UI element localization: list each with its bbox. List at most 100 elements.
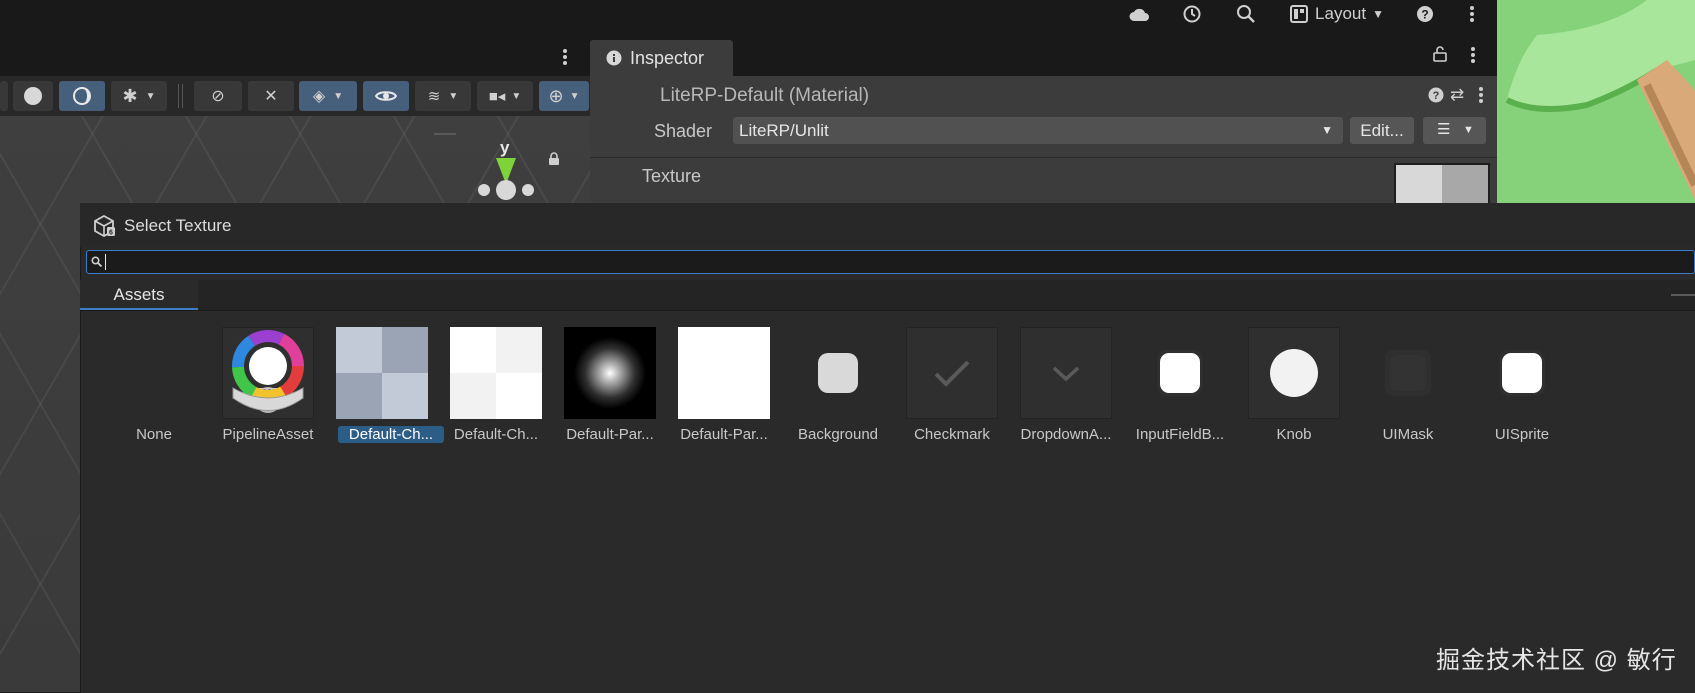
shader-value: LiteRP/Unlit (739, 121, 829, 140)
shading-mode-button[interactable] (13, 81, 53, 111)
tab-inspector-label: Inspector (630, 47, 705, 68)
scene-gizmo[interactable] (476, 158, 536, 209)
debug-draw-button[interactable]: ✱ ▼ (111, 81, 167, 111)
eye-icon (375, 91, 397, 101)
layout-icon (1290, 5, 1309, 23)
asset-label: Default-Ch... (338, 426, 444, 443)
chevron-down-icon: ▼ (1463, 124, 1474, 136)
asset-item-none[interactable]: None (88, 327, 200, 447)
texture-label: Texture (642, 166, 702, 186)
asset-label: Default-Par... (680, 426, 768, 443)
list-icon: ☰ (1437, 121, 1451, 138)
globe-icon: ⊕ (548, 85, 564, 106)
particle-white-thumbnail (678, 327, 770, 419)
fx-toggle-button[interactable]: ◈ ▼ (299, 81, 357, 111)
layout-label: Layout (1315, 4, 1367, 23)
lock-icon[interactable] (548, 152, 560, 171)
camera-dropdown[interactable]: ■◂ ▼ (477, 81, 533, 111)
half-sphere-icon (73, 87, 91, 105)
component-more-icon[interactable] (1478, 86, 1484, 109)
preset-icon[interactable]: ⇄ (1450, 85, 1464, 105)
chevron-down-icon: ▼ (333, 90, 344, 102)
visibility-toggle-button[interactable] (363, 81, 409, 111)
asset-label: DropdownA... (1020, 426, 1112, 443)
asset-item-pipelineasset[interactable]: PipelineAsset (202, 327, 314, 447)
background-thumbnail (792, 327, 884, 419)
asset-label: Knob (1276, 426, 1312, 443)
info-icon (606, 50, 622, 66)
asset-item-checkmark[interactable]: Checkmark (886, 327, 998, 447)
inspector-lock-icon[interactable] (1433, 46, 1447, 67)
watermark: 掘金技术社区 @ 敏行 (1436, 647, 1677, 674)
lighting-toggle-button[interactable]: ⊘ (194, 81, 242, 111)
inspector-divider (590, 157, 1497, 158)
edit-shader-button[interactable]: Edit... (1350, 117, 1414, 144)
camera-icon: ■◂ (488, 88, 506, 105)
dialog-title: Select Texture (124, 216, 232, 235)
uimask-thumbnail (1362, 327, 1454, 419)
scene-more-icon[interactable] (562, 48, 568, 71)
tab-inspector[interactable]: Inspector (590, 40, 733, 76)
sphere-icon (24, 87, 42, 105)
asset-item-uimask[interactable]: UIMask (1342, 327, 1454, 447)
shader-label: Shader (654, 121, 713, 141)
asset-label: None (136, 426, 172, 443)
svg-text:?: ? (1433, 90, 1440, 102)
scene-view-header (0, 38, 590, 76)
layers-dropdown[interactable]: ≋ ▼ (415, 81, 471, 111)
unity-logo-icon: 6 (94, 215, 115, 237)
stack-icon: ≋ (427, 88, 441, 105)
game-art (1497, 0, 1695, 206)
checkmark-icon (906, 327, 998, 419)
dropdown-arrow-icon (1020, 327, 1112, 419)
cloud-icon[interactable] (1124, 0, 1154, 28)
asset-label: UIMask (1382, 426, 1434, 443)
dialog-tabs (80, 280, 1695, 311)
no-audio-icon: ✕ (264, 88, 278, 105)
checker-white-thumbnail (450, 327, 542, 419)
shader-options-dropdown[interactable]: ☰ ▼ (1423, 117, 1486, 144)
help-icon[interactable]: ? (1428, 87, 1444, 108)
shader-dropdown[interactable]: LiteRP/Unlit ▼ (733, 117, 1343, 144)
layout-dropdown[interactable]: Layout ▼ (1282, 0, 1392, 28)
asset-item-uisprite[interactable]: UISprite (1456, 327, 1568, 447)
asset-label: UISprite (1494, 426, 1550, 443)
dialog-title-bar[interactable]: 6 Select Texture (80, 203, 1695, 247)
audio-toggle-button[interactable]: ✕ (248, 81, 294, 111)
scene-drag-handle[interactable] (434, 133, 456, 135)
material-title: LiteRP-Default (Material) (660, 85, 870, 106)
asset-item-default-checker-gray[interactable]: Default-Ch... (316, 327, 444, 447)
asset-item-dropdown-arrow[interactable]: DropdownA... (1000, 327, 1112, 447)
asset-item-inputfield-background[interactable]: InputFieldB... (1114, 327, 1226, 447)
chevron-down-icon: ▼ (1372, 7, 1384, 21)
knob-thumbnail (1248, 327, 1340, 419)
search-input[interactable] (86, 250, 1695, 274)
render-mode-button[interactable] (59, 81, 105, 111)
chevron-down-icon: ▼ (448, 90, 459, 102)
history-icon[interactable] (1177, 0, 1207, 28)
tab-assets[interactable]: Assets (80, 280, 198, 310)
search-icon[interactable] (1231, 0, 1261, 28)
game-view (1497, 0, 1695, 206)
asset-item-default-checker-white[interactable]: Default-Ch... (430, 327, 542, 447)
asset-label: PipelineAsset (222, 426, 314, 443)
svg-text:?: ? (1421, 8, 1428, 22)
more-icon[interactable] (1460, 0, 1484, 28)
chevron-down-icon: ▼ (511, 90, 522, 102)
zoom-slider-handle[interactable] (1671, 294, 1695, 296)
layers-icon: ◈ (312, 88, 326, 105)
asset-item-background[interactable]: Background (772, 327, 884, 447)
select-texture-dialog (80, 203, 1695, 693)
checker-gray-thumbnail (336, 327, 428, 419)
uisprite-thumbnail (1476, 327, 1568, 419)
help-icon[interactable]: ? (1410, 0, 1440, 28)
gizmos-dropdown[interactable]: ⊕ ▼ (539, 81, 589, 111)
asset-item-default-particle[interactable]: Default-Par... (544, 327, 656, 447)
inspector-more-icon[interactable] (1470, 46, 1476, 69)
asset-label: Default-Ch... (453, 426, 539, 443)
toolbar-stub (0, 81, 8, 111)
asset-item-knob[interactable]: Knob (1228, 327, 1340, 447)
scene-toolbar: ✱ ▼ ⊘ ✕ ◈ ▼ ≋ ▼ ■◂ ▼ ⊕ ▼ (0, 76, 590, 116)
asset-item-default-particle-white[interactable]: Default-Par... (658, 327, 770, 447)
particle-thumbnail (564, 327, 656, 419)
